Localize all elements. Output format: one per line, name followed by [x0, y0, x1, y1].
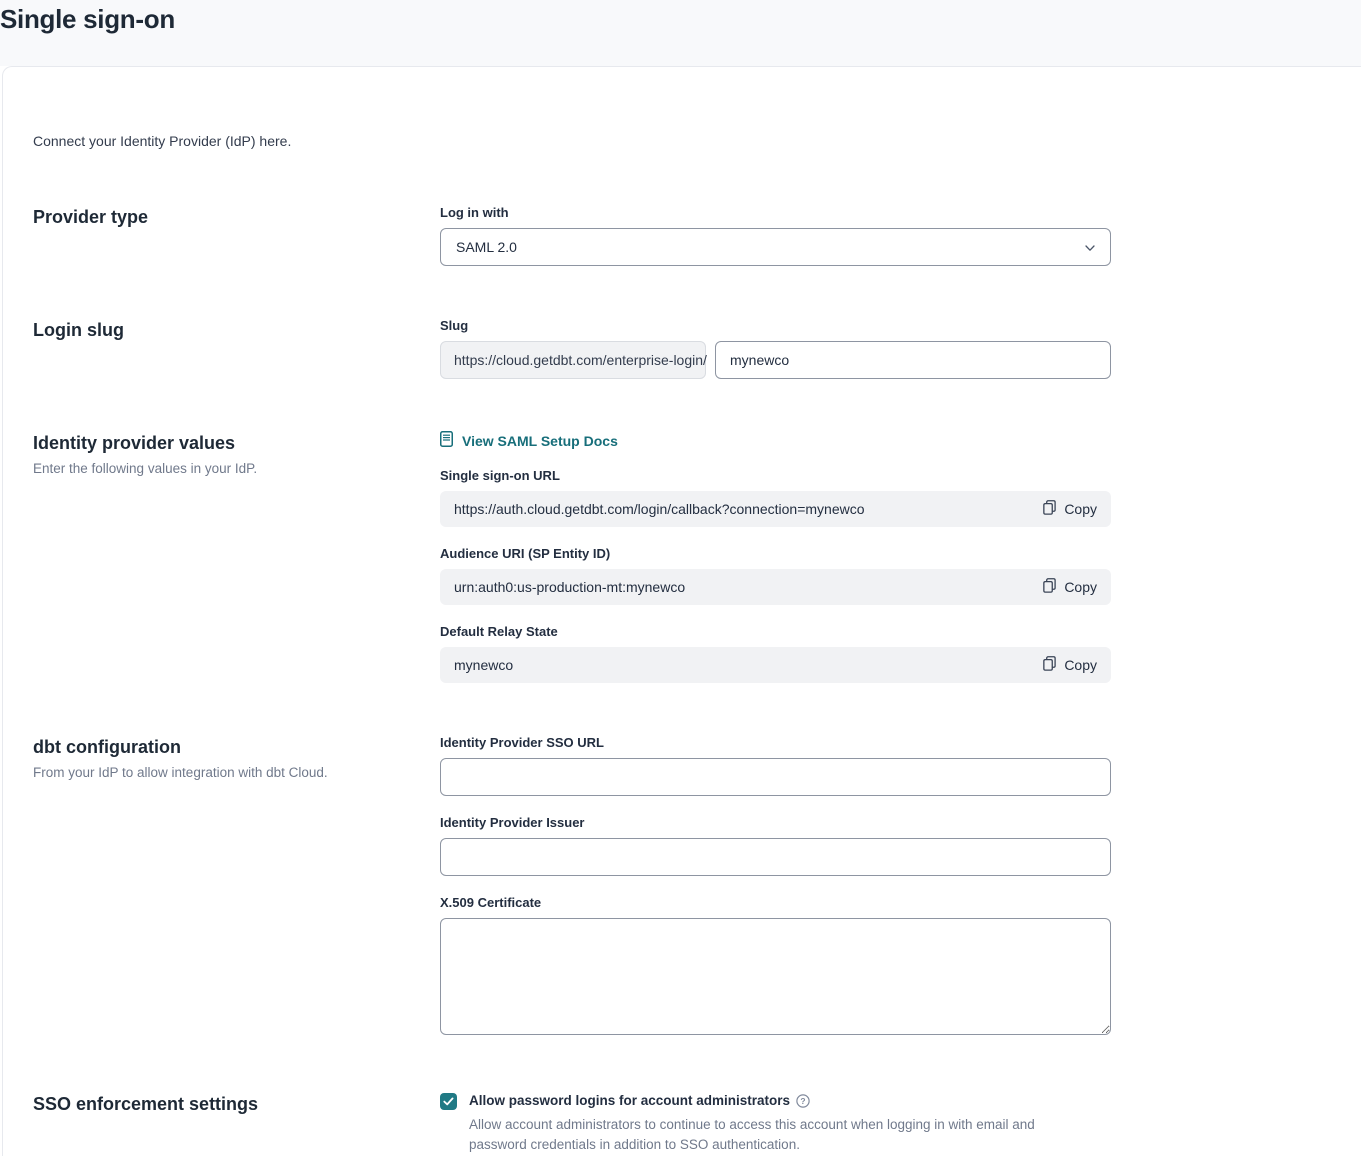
relay-state-value: mynewco — [454, 657, 513, 673]
settings-card: Connect your Identity Provider (IdP) her… — [2, 66, 1361, 1156]
audience-uri-value: urn:auth0:us-production-mt:mynewco — [454, 579, 685, 595]
password-logins-checkbox[interactable] — [440, 1093, 457, 1110]
checkmark-icon — [443, 1093, 454, 1111]
x509-certificate-textarea[interactable] — [440, 918, 1111, 1035]
login-with-label: Log in with — [440, 205, 1111, 220]
section-dbt-configuration: dbt configuration From your IdP to allow… — [33, 735, 1361, 1040]
copy-icon — [1043, 656, 1056, 674]
idp-issuer-label: Identity Provider Issuer — [440, 815, 1111, 830]
copy-icon — [1043, 578, 1056, 596]
audience-uri-value-row: urn:auth0:us-production-mt:mynewco Copy — [440, 569, 1111, 605]
saml-docs-link[interactable]: View SAML Setup Docs — [440, 431, 618, 450]
chevron-down-icon — [1085, 239, 1095, 255]
idp-values-heading: Identity provider values — [33, 432, 440, 455]
relay-state-field: Default Relay State mynewco Copy — [440, 624, 1111, 683]
sso-url-field: Single sign-on URL https://auth.cloud.ge… — [440, 468, 1111, 527]
idp-values-subtext: Enter the following values in your IdP. — [33, 461, 440, 476]
dbt-config-heading: dbt configuration — [33, 736, 440, 759]
section-idp-values: Identity provider values Enter the follo… — [33, 431, 1361, 683]
slug-input-group: https://cloud.getdbt.com/enterprise-logi… — [440, 341, 1111, 379]
page-header: Single sign-on — [0, 0, 1361, 66]
sso-url-value: https://auth.cloud.getdbt.com/login/call… — [454, 501, 865, 517]
saml-docs-link-label: View SAML Setup Docs — [462, 433, 618, 449]
password-logins-checkbox-row: Allow password logins for account admini… — [440, 1092, 1111, 1155]
password-logins-label: Allow password logins for account admini… — [469, 1092, 790, 1110]
section-sso-enforcement: SSO enforcement settings Allow password … — [33, 1092, 1361, 1155]
page-title: Single sign-on — [0, 2, 1361, 36]
relay-state-label: Default Relay State — [440, 624, 1111, 639]
svg-text:?: ? — [800, 1096, 805, 1106]
copy-button[interactable]: Copy — [1043, 500, 1097, 518]
slug-label: Slug — [440, 318, 1111, 333]
login-with-selected-value: SAML 2.0 — [456, 239, 517, 255]
section-login-slug: Login slug Slug https://cloud.getdbt.com… — [33, 318, 1361, 379]
copy-button[interactable]: Copy — [1043, 578, 1097, 596]
audience-uri-label: Audience URI (SP Entity ID) — [440, 546, 1111, 561]
slug-prefix: https://cloud.getdbt.com/enterprise-logi… — [440, 341, 706, 379]
x509-certificate-group: X.509 Certificate — [440, 895, 1111, 1040]
document-icon — [440, 431, 453, 450]
idp-issuer-input[interactable] — [440, 838, 1111, 876]
dbt-config-subtext: From your IdP to allow integration with … — [33, 765, 440, 780]
provider-type-heading: Provider type — [33, 206, 440, 229]
copy-icon — [1043, 500, 1056, 518]
x509-certificate-label: X.509 Certificate — [440, 895, 1111, 910]
audience-uri-field: Audience URI (SP Entity ID) urn:auth0:us… — [440, 546, 1111, 605]
copy-button-label: Copy — [1064, 501, 1097, 517]
copy-button[interactable]: Copy — [1043, 656, 1097, 674]
idp-sso-url-label: Identity Provider SSO URL — [440, 735, 1111, 750]
login-slug-heading: Login slug — [33, 319, 440, 342]
login-with-select[interactable]: SAML 2.0 — [440, 228, 1111, 266]
sso-url-value-row: https://auth.cloud.getdbt.com/login/call… — [440, 491, 1111, 527]
section-provider-type: Provider type Log in with SAML 2.0 — [33, 205, 1361, 266]
sso-enforcement-heading: SSO enforcement settings — [33, 1093, 440, 1116]
relay-state-value-row: mynewco Copy — [440, 647, 1111, 683]
copy-button-label: Copy — [1064, 579, 1097, 595]
slug-input[interactable] — [715, 341, 1111, 379]
idp-sso-url-group: Identity Provider SSO URL — [440, 735, 1111, 796]
help-icon[interactable]: ? — [796, 1094, 810, 1108]
sso-url-label: Single sign-on URL — [440, 468, 1111, 483]
idp-sso-url-input[interactable] — [440, 758, 1111, 796]
intro-text: Connect your Identity Provider (IdP) her… — [33, 133, 1361, 149]
copy-button-label: Copy — [1064, 657, 1097, 673]
idp-issuer-group: Identity Provider Issuer — [440, 815, 1111, 876]
password-logins-description: Allow account administrators to continue… — [469, 1115, 1089, 1155]
